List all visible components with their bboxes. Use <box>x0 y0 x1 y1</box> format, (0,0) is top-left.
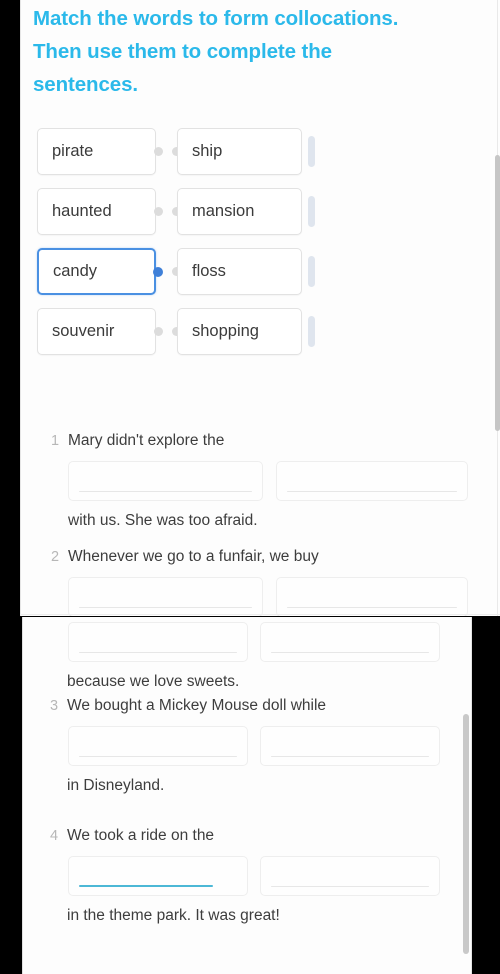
match-right-word-1[interactable]: ship <box>177 128 302 175</box>
match-left-label-3: candy <box>53 262 98 280</box>
question-text-before-3: We bought a Mickey Mouse doll while <box>67 697 327 714</box>
question-item-3: 3 We bought a Mickey Mouse doll while in… <box>22 695 472 797</box>
capture-seam <box>20 614 500 615</box>
match-left-word-2[interactable]: haunted <box>37 188 156 235</box>
scrollbar-thumb-bottom[interactable] <box>463 714 469 954</box>
match-left-label-2: haunted <box>52 202 112 220</box>
upper-capture-panel: Match the words to form collocations. Th… <box>20 0 500 616</box>
question-prompt-4: 4 We took a ride on the <box>22 825 472 847</box>
match-right-word-2[interactable]: mansion <box>177 188 302 235</box>
answer-underline-1-b <box>287 490 457 492</box>
question-text-after-3: in Disneyland. <box>67 777 165 794</box>
match-right-label-1: ship <box>192 142 223 160</box>
question-text-before-1: Mary didn't explore the <box>68 432 225 449</box>
answer-blanks-2-continued <box>22 622 472 664</box>
drag-handle-icon-1[interactable] <box>308 136 315 167</box>
question-text-after-4: in the theme park. It was great! <box>67 907 280 924</box>
match-right-word-3[interactable]: floss <box>177 248 302 295</box>
matching-exercise: pirate ship haunted mansion candy floss … <box>20 128 500 368</box>
question-tail-1: with us. She was too afraid. <box>20 510 500 532</box>
connector-dot-left-3-active[interactable] <box>153 266 163 277</box>
answer-blanks-4 <box>22 856 472 898</box>
answer-blank-2-b[interactable] <box>276 577 468 616</box>
answer-blank-3-a[interactable] <box>68 726 248 766</box>
question-number-3: 3 <box>50 698 59 714</box>
question-tail-4: in the theme park. It was great! <box>22 905 472 927</box>
match-row: pirate ship <box>20 128 500 188</box>
question-text-before-4: We took a ride on the <box>67 827 215 844</box>
match-left-word-4[interactable]: souvenir <box>37 308 156 355</box>
match-right-word-4[interactable]: shopping <box>177 308 302 355</box>
drag-handle-icon-3[interactable] <box>308 256 315 287</box>
answer-blanks-3 <box>22 726 472 768</box>
match-left-word-1[interactable]: pirate <box>37 128 156 175</box>
screenshot-root: Match the words to form collocations. Th… <box>0 0 500 974</box>
match-left-label-1: pirate <box>52 142 94 160</box>
answer-blank-2-b-cont[interactable] <box>260 622 440 662</box>
match-right-label-2: mansion <box>192 202 255 220</box>
question-prompt-1: 1 Mary didn't explore the <box>20 430 500 452</box>
answer-underline-2-a <box>79 606 252 608</box>
drag-handle-icon-4[interactable] <box>308 316 315 347</box>
answer-underline-4-b <box>271 885 429 887</box>
answer-underline-1-a <box>79 490 252 492</box>
answer-underline-3-b <box>271 755 429 757</box>
connector-dot-left-4[interactable] <box>154 327 163 336</box>
answer-underline-2-b-cont <box>271 651 429 653</box>
lower-capture-panel: because we love sweets. 3 We bought a Mi… <box>22 617 472 974</box>
answer-blank-2-a[interactable] <box>68 577 263 616</box>
question-text-before-2: Whenever we go to a funfair, we buy <box>68 548 319 565</box>
match-row: haunted mansion <box>20 188 500 248</box>
connector-dot-left-2[interactable] <box>154 207 163 216</box>
question-item-1: 1 Mary didn't explore the with us. She w… <box>20 430 500 532</box>
answer-underline-4-a-active <box>79 885 213 887</box>
question-item-2-top-part: 2 Whenever we go to a funfair, we buy <box>20 546 500 616</box>
match-right-label-3: floss <box>192 262 226 280</box>
question-prompt-2: 2 Whenever we go to a funfair, we buy <box>20 546 500 568</box>
answer-underline-2-b <box>287 606 457 608</box>
answer-blank-1-a[interactable] <box>68 461 263 501</box>
match-left-word-3[interactable]: candy <box>37 248 156 295</box>
question-tail-2: because we love sweets. <box>22 671 472 693</box>
question-number-2: 2 <box>51 549 60 565</box>
answer-blank-3-b[interactable] <box>260 726 440 766</box>
answer-blanks-2-clipped <box>20 577 500 616</box>
question-text-after-2: because we love sweets. <box>67 673 240 690</box>
answer-blank-1-b[interactable] <box>276 461 468 501</box>
exercise-page-top: Match the words to form collocations. Th… <box>20 0 500 616</box>
answer-blanks-1 <box>20 461 500 503</box>
question-prompt-3: 3 We bought a Mickey Mouse doll while <box>22 695 472 717</box>
drag-handle-icon-2[interactable] <box>308 196 315 227</box>
answer-underline-2-a-cont <box>79 651 237 653</box>
question-number-4: 4 <box>50 828 59 844</box>
match-right-label-4: shopping <box>192 322 259 340</box>
scrollbar-thumb-top[interactable] <box>495 155 500 431</box>
answer-blank-4-b[interactable] <box>260 856 440 896</box>
question-item-2-bottom-part: because we love sweets. <box>22 617 472 693</box>
match-left-label-4: souvenir <box>52 322 115 340</box>
match-row: souvenir shopping <box>20 308 500 368</box>
answer-blank-2-a-cont[interactable] <box>68 622 248 662</box>
answer-underline-3-a <box>79 755 237 757</box>
question-number-1: 1 <box>51 433 60 449</box>
question-tail-3: in Disneyland. <box>22 775 472 797</box>
page-title: Match the words to form collocations. Th… <box>33 7 399 96</box>
connector-dot-left-1[interactable] <box>154 147 163 156</box>
question-item-4: 4 We took a ride on the in the theme par… <box>22 825 472 927</box>
answer-blank-4-a[interactable] <box>68 856 248 896</box>
question-text-after-1: with us. She was too afraid. <box>68 512 258 529</box>
match-row: candy floss <box>20 248 500 308</box>
